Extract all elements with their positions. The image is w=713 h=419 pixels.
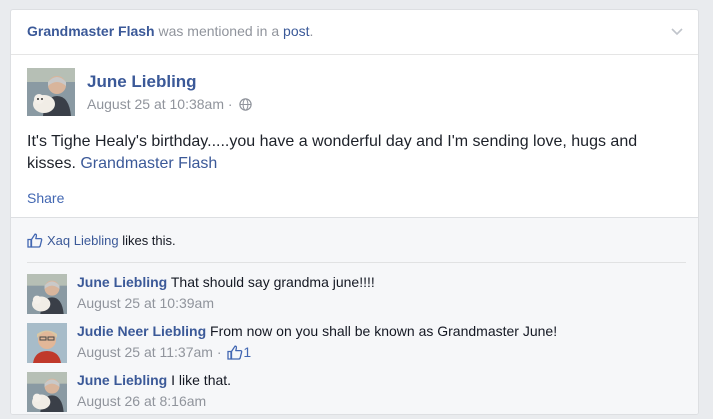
post-timestamp[interactable]: August 25 at 10:38am <box>87 96 224 112</box>
comment-author[interactable]: Judie Neer Liebling <box>77 323 206 339</box>
avatar[interactable] <box>27 68 75 116</box>
post-meta: August 25 at 10:38am · <box>87 96 253 112</box>
story-header-line: Grandmaster Flash was mentioned in a pos… <box>27 23 313 39</box>
story-header: Grandmaster Flash was mentioned in a pos… <box>11 10 698 55</box>
post-content: It's Tighe Healy's birthday.....you have… <box>27 131 677 175</box>
story-card: Grandmaster Flash was mentioned in a pos… <box>10 9 699 415</box>
like-suffix: likes this. <box>122 233 176 248</box>
divider <box>27 262 686 263</box>
avatar[interactable] <box>27 372 67 412</box>
comment-author[interactable]: June Liebling <box>77 274 167 290</box>
share-link[interactable]: Share <box>27 190 64 206</box>
comment-item: June Liebling I like that. August 26 at … <box>27 372 677 412</box>
post-author-block: June Liebling August 25 at 10:38am · <box>27 68 627 118</box>
comment-time[interactable]: August 26 at 8:16am <box>77 393 206 409</box>
avatar[interactable] <box>27 274 67 314</box>
liker-link[interactable]: Xaq Liebling <box>47 233 119 248</box>
post-author-name[interactable]: June Liebling <box>87 72 197 92</box>
comments-section: Xaq Liebling likes this. June Liebling T… <box>11 217 698 414</box>
comment-body: June Liebling That should say grandma ju… <box>77 274 375 290</box>
mention-link[interactable]: Grandmaster Flash <box>80 155 217 172</box>
header-text: was mentioned in a <box>158 23 280 39</box>
comment-meta: August 25 at 11:37am · 1 <box>77 344 251 360</box>
comment-like-count[interactable]: 1 <box>243 344 251 360</box>
comment-time[interactable]: August 25 at 11:37am <box>77 344 213 360</box>
comment-author[interactable]: June Liebling <box>77 372 167 388</box>
comment-text: That should say grandma june!!!! <box>170 274 375 290</box>
thumbs-up-icon[interactable] <box>227 345 243 360</box>
mentioned-profile-link[interactable]: Grandmaster Flash <box>27 23 155 39</box>
comment-time[interactable]: August 25 at 10:39am <box>77 295 214 311</box>
comment-body: June Liebling I like that. <box>77 372 231 388</box>
comment-item: Judie Neer Liebling From now on you shal… <box>27 323 677 363</box>
comment-text: From now on you shall be known as Grandm… <box>210 323 558 339</box>
meta-separator: · <box>216 344 222 360</box>
thumbs-up-icon <box>27 233 43 248</box>
comment-body: Judie Neer Liebling From now on you shal… <box>77 323 557 339</box>
meta-separator: · <box>227 96 233 112</box>
chevron-down-icon[interactable] <box>670 24 684 38</box>
avatar[interactable] <box>27 323 67 363</box>
comment-text: I like that. <box>171 372 232 388</box>
like-sentence: Xaq Liebling likes this. <box>27 233 176 248</box>
post-link[interactable]: post <box>283 23 309 39</box>
comment-item: June Liebling That should say grandma ju… <box>27 274 677 314</box>
globe-icon[interactable] <box>239 98 253 111</box>
header-period: . <box>309 23 314 39</box>
